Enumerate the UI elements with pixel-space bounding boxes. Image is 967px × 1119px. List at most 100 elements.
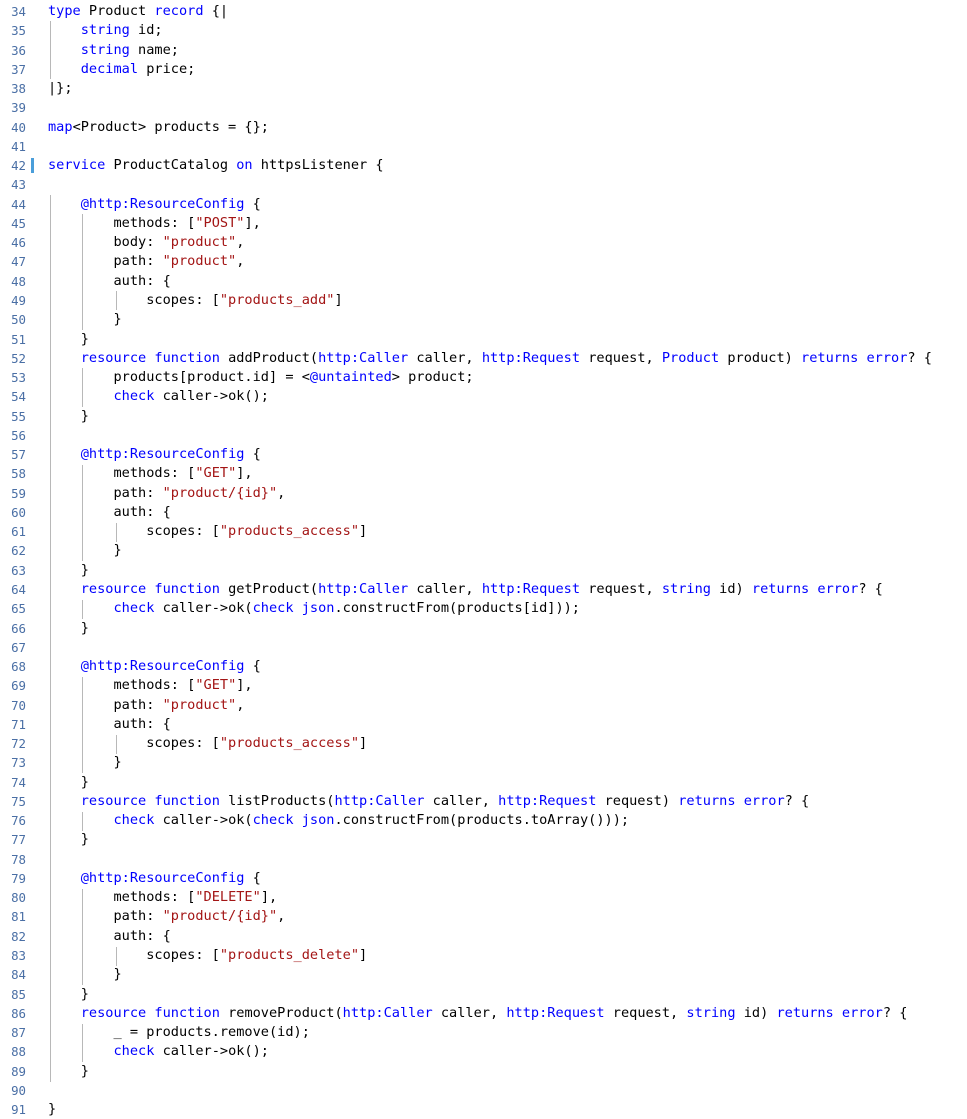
code-line-content[interactable]: scopes: ["products_access"] [48, 522, 367, 541]
code-line-content[interactable]: resource function getProduct(http:Caller… [48, 580, 883, 599]
code-line-content[interactable]: auth: { [48, 927, 170, 946]
code-line[interactable]: 63 } [0, 561, 967, 580]
code-line[interactable]: 46 body: "product", [0, 233, 967, 252]
code-line-content[interactable]: |}; [48, 79, 73, 98]
code-line[interactable]: 73 } [0, 753, 967, 772]
code-line[interactable]: 65 check caller->ok(check json.construct… [0, 599, 967, 618]
code-line[interactable]: 71 auth: { [0, 715, 967, 734]
code-line-content[interactable]: } [48, 965, 121, 984]
code-line[interactable]: 42 service ProductCatalog on httpsListene… [0, 156, 967, 175]
code-line-content[interactable]: scopes: ["products_access"] [48, 734, 367, 753]
code-line-content[interactable]: @http:ResourceConfig { [48, 195, 261, 214]
code-line-content[interactable]: auth: { [48, 272, 170, 291]
code-line[interactable]: 68 @http:ResourceConfig { [0, 657, 967, 676]
code-line-content[interactable]: _ = products.remove(id); [48, 1023, 309, 1042]
code-line[interactable]: 87 _ = products.remove(id); [0, 1023, 967, 1042]
code-line-content[interactable]: path: "product", [48, 696, 244, 715]
code-line[interactable]: 37 decimal price; [0, 60, 967, 79]
code-line[interactable]: 61 scopes: ["products_access"] [0, 522, 967, 541]
code-line[interactable]: 39 [0, 98, 967, 117]
code-line-content[interactable]: map<Product> products = {}; [48, 118, 269, 137]
code-line-content[interactable]: string id; [48, 21, 163, 40]
code-line[interactable]: 57 @http:ResourceConfig { [0, 445, 967, 464]
code-line[interactable]: 48 auth: { [0, 272, 967, 291]
code-line[interactable]: 84 } [0, 965, 967, 984]
code-line[interactable]: 44 @http:ResourceConfig { [0, 195, 967, 214]
code-line-content[interactable]: } [48, 330, 89, 349]
code-line[interactable]: 79 @http:ResourceConfig { [0, 869, 967, 888]
code-line-content[interactable]: auth: { [48, 503, 170, 522]
code-line[interactable]: 35 string id; [0, 21, 967, 40]
code-line[interactable]: 45 methods: ["POST"], [0, 214, 967, 233]
code-line-content[interactable]: scopes: ["products_add"] [48, 291, 342, 310]
code-line-content[interactable]: @http:ResourceConfig { [48, 657, 261, 676]
code-line[interactable]: 49 scopes: ["products_add"] [0, 291, 967, 310]
code-line-content[interactable]: methods: ["GET"], [48, 464, 252, 483]
code-line[interactable]: 90 [0, 1081, 967, 1100]
code-line-content[interactable]: scopes: ["products_delete"] [48, 946, 367, 965]
code-line[interactable]: 55 } [0, 407, 967, 426]
code-line[interactable]: 51 } [0, 330, 967, 349]
code-line[interactable]: 60 auth: { [0, 503, 967, 522]
code-line-content[interactable]: check caller->ok(); [48, 387, 269, 406]
code-line-content[interactable]: decimal price; [48, 60, 196, 79]
code-line[interactable]: 86 resource function removeProduct(http:… [0, 1004, 967, 1023]
code-line-content[interactable]: @http:ResourceConfig { [48, 869, 261, 888]
code-line[interactable]: 81 path: "product/{id}", [0, 907, 967, 926]
code-line[interactable]: 66 } [0, 619, 967, 638]
code-line[interactable]: 77 } [0, 830, 967, 849]
code-line-content[interactable]: path: "product/{id}", [48, 484, 285, 503]
code-line-content[interactable]: resource function listProducts(http:Call… [48, 792, 809, 811]
code-line-content[interactable]: body: "product", [48, 233, 244, 252]
code-line[interactable]: 58 methods: ["GET"], [0, 464, 967, 483]
code-line-content[interactable]: } [48, 830, 89, 849]
code-line-content[interactable]: } [48, 753, 121, 772]
code-line-content[interactable]: methods: ["POST"], [48, 214, 260, 233]
code-lines-container[interactable]: 34 type Product record {| 35 string id; 36 … [0, 0, 967, 1119]
code-line[interactable]: 53 products[product.id] = <@untainted> p… [0, 368, 967, 387]
code-line-content[interactable]: check caller->ok(); [48, 1042, 269, 1061]
code-line-content[interactable]: } [48, 407, 89, 426]
code-line[interactable]: 70 path: "product", [0, 696, 967, 715]
code-line-content[interactable]: auth: { [48, 715, 170, 734]
code-line[interactable]: 69 methods: ["GET"], [0, 676, 967, 695]
code-line[interactable]: 85 } [0, 985, 967, 1004]
code-line[interactable]: 62 } [0, 541, 967, 560]
code-line[interactable]: 36 string name; [0, 41, 967, 60]
code-line-content[interactable]: } [48, 619, 89, 638]
code-line[interactable]: 72 scopes: ["products_access"] [0, 734, 967, 753]
code-line-content[interactable]: resource function removeProduct(http:Cal… [48, 1004, 908, 1023]
code-line[interactable]: 82 auth: { [0, 927, 967, 946]
code-line[interactable]: 34 type Product record {| [0, 2, 967, 21]
code-line-content[interactable]: string name; [48, 41, 179, 60]
code-line[interactable]: 88 check caller->ok(); [0, 1042, 967, 1061]
code-line-content[interactable]: } [48, 1062, 89, 1081]
code-line[interactable]: 74 } [0, 773, 967, 792]
code-line-content[interactable]: } [48, 1100, 56, 1119]
code-editor[interactable]: 34 type Product record {| 35 string id; 36 … [0, 0, 967, 1117]
code-line[interactable]: 43 [0, 175, 967, 194]
code-line[interactable]: 40 map<Product> products = {}; [0, 118, 967, 137]
code-line[interactable]: 47 path: "product", [0, 252, 967, 271]
code-line[interactable]: 91} [0, 1100, 967, 1119]
code-line[interactable]: 83 scopes: ["products_delete"] [0, 946, 967, 965]
code-line[interactable]: 78 [0, 850, 967, 869]
code-line-content[interactable]: resource function addProduct(http:Caller… [48, 349, 932, 368]
code-line[interactable]: 56 [0, 426, 967, 445]
code-line[interactable]: 80 methods: ["DELETE"], [0, 888, 967, 907]
code-line-content[interactable]: } [48, 561, 89, 580]
code-line[interactable]: 59 path: "product/{id}", [0, 484, 967, 503]
code-line[interactable]: 54 check caller->ok(); [0, 387, 967, 406]
code-line-content[interactable]: check caller->ok(check json.constructFro… [48, 811, 629, 830]
code-line-content[interactable]: methods: ["DELETE"], [48, 888, 277, 907]
code-line-content[interactable]: service ProductCatalog on httpsListener … [48, 156, 384, 175]
code-line[interactable]: 52 resource function addProduct(http:Cal… [0, 349, 967, 368]
code-line[interactable]: 76 check caller->ok(check json.construct… [0, 811, 967, 830]
code-line-content[interactable]: } [48, 773, 89, 792]
code-line[interactable]: 64 resource function getProduct(http:Cal… [0, 580, 967, 599]
code-line-content[interactable]: check caller->ok(check json.constructFro… [48, 599, 580, 618]
code-line[interactable]: 41 [0, 137, 967, 156]
code-line[interactable]: 38 |}; [0, 79, 967, 98]
code-line[interactable]: 50 } [0, 310, 967, 329]
code-line-content[interactable]: } [48, 985, 89, 1004]
